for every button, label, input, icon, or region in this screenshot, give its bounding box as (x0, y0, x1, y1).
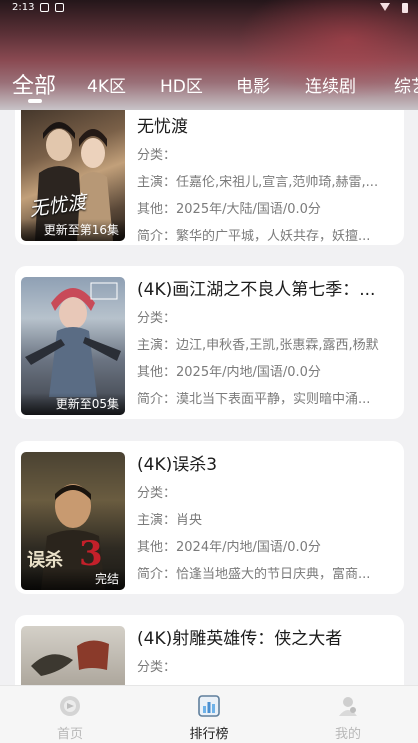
nav-ranking-label: 排行榜 (189, 727, 229, 742)
item-other: 其他：2025年/大陆/国语/0.0分 (137, 202, 321, 217)
item-category: 分类： (137, 148, 177, 163)
item-title: (4K)画江湖之不良人第七季：... (137, 280, 376, 300)
tab-active-indicator (28, 99, 42, 103)
tab-hd[interactable]: HD区 (160, 72, 203, 97)
item-cast: 主演：肖央 (137, 513, 203, 528)
item-intro: 简介：漠北当下表面平静，实则暗中涌... (137, 392, 371, 407)
item-category: 分类： (137, 311, 177, 326)
item-title: 无忧渡 (137, 117, 188, 137)
profile-icon (339, 697, 357, 716)
tab-all[interactable]: 全部 (12, 68, 56, 100)
poster-image[interactable]: 误杀 3 完结 (21, 452, 125, 590)
status-bar: 2:13 (0, 2, 418, 16)
item-category: 分类： (137, 486, 177, 501)
nav-profile[interactable]: 我的 (298, 686, 398, 743)
wifi-icon (380, 3, 390, 11)
bottom-navigation: 首页 排行榜 我的 (0, 685, 418, 743)
battery-icon (402, 3, 408, 13)
notification-icon (40, 3, 49, 12)
nav-profile-label: 我的 (334, 727, 361, 742)
list-item[interactable]: 误杀 3 完结 (4K)误杀3 分类： 主演：肖央 其他：2024年/内地/国语… (15, 441, 404, 594)
poster-image[interactable] (21, 626, 125, 685)
tab-variety[interactable]: 综艺 (394, 72, 418, 97)
item-intro: 简介：恰逢当地盛大的节日庆典，富商... (137, 567, 371, 582)
item-category: 分类： (137, 660, 177, 675)
list-item[interactable]: (4K)射雕英雄传：侠之大者 分类： (15, 615, 404, 685)
tab-movie[interactable]: 电影 (236, 72, 270, 97)
category-tabs: 全部 4K区 HD区 电影 连续剧 综艺 (0, 66, 418, 103)
tab-4k[interactable]: 4K区 (87, 72, 126, 97)
item-other: 其他：2024年/内地/国语/0.0分 (137, 540, 321, 555)
item-intro: 简介：繁华的广平城，人妖共存，妖擅... (137, 229, 371, 244)
poster-image[interactable]: 无忧渡 更新至第16集 (21, 110, 125, 241)
poster-image[interactable]: 更新至05集 (21, 277, 125, 415)
notification-icon (55, 3, 64, 12)
update-badge: 更新至05集 (21, 393, 125, 415)
item-cast: 主演：边江,申秋香,王凯,张惠霖,露西,杨默 (137, 338, 379, 353)
nav-ranking[interactable]: 排行榜 (159, 686, 259, 743)
list-item[interactable]: 无忧渡 更新至第16集 无忧渡 分类： 主演：任嘉伦,宋祖儿,宣言,范帅琦,赫雷… (15, 110, 404, 245)
update-badge: 更新至第16集 (21, 219, 125, 241)
tab-series[interactable]: 连续剧 (305, 72, 356, 97)
item-other: 其他：2025年/内地/国语/0.0分 (137, 365, 321, 380)
item-title: (4K)射雕英雄传：侠之大者 (137, 629, 343, 649)
list-item[interactable]: 更新至05集 (4K)画江湖之不良人第七季：... 分类： 主演：边江,申秋香,… (15, 266, 404, 419)
home-icon (60, 696, 80, 716)
nav-home-label: 首页 (56, 727, 83, 742)
item-title: (4K)误杀3 (137, 455, 218, 475)
update-badge: 完结 (21, 568, 125, 590)
video-list[interactable]: 无忧渡 更新至第16集 无忧渡 分类： 主演：任嘉伦,宋祖儿,宣言,范帅琦,赫雷… (0, 110, 418, 685)
nav-home[interactable]: 首页 (20, 686, 120, 743)
status-time: 2:13 (12, 2, 35, 13)
ranking-icon (198, 695, 220, 717)
item-cast: 主演：任嘉伦,宋祖儿,宣言,范帅琦,赫雷,... (137, 175, 379, 190)
